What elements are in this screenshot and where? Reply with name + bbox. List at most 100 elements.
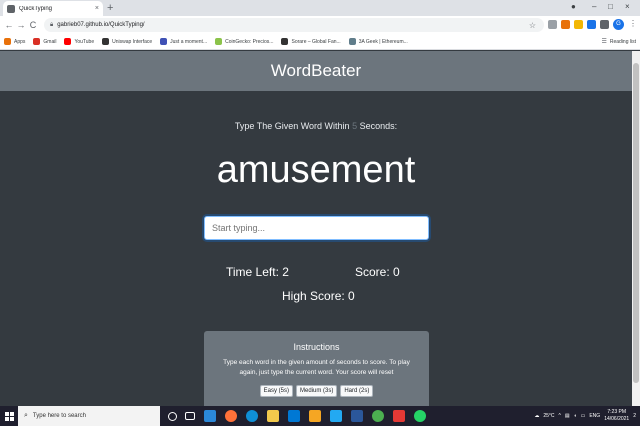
bookmark-gmail[interactable]: Gmail [33, 38, 56, 45]
notification-icon[interactable]: 2 [633, 413, 636, 419]
minimize-button[interactable]: – [592, 2, 596, 11]
windows-logo-icon [4, 411, 14, 421]
clock[interactable]: 7:23 PM 14/06/2021 [604, 409, 629, 423]
app-navbar: WordBeater [0, 51, 632, 91]
taskbar-search[interactable]: ⌕ Type here to search [18, 406, 160, 426]
network-icon[interactable]: ▤ [565, 413, 570, 419]
weather-icon[interactable]: ☁ [534, 413, 539, 419]
youtube-icon [64, 38, 72, 45]
bookmark-label: 3A Geek | Ethereum... [358, 38, 408, 45]
game-area: Type The Given Word Within 5 Seconds: am… [0, 91, 632, 411]
back-button[interactable]: ← [3, 20, 15, 30]
high-score: High Score: 0 [282, 289, 355, 303]
app-icon[interactable] [393, 410, 405, 422]
bookmark-label: Just a moment... [170, 38, 208, 45]
system-tray: ☁ 25°C ^ ▤ ◖ ▭ ENG 7:23 PM 14/06/2021 2 [534, 406, 636, 426]
bookmark-apps[interactable]: Apps [4, 38, 25, 45]
profile-avatar[interactable]: G [613, 19, 624, 30]
gmail-icon [33, 38, 41, 45]
bookmark-label: Sorare – Global Fan... [291, 38, 341, 45]
bookmark-youtube[interactable]: YouTube [64, 38, 94, 45]
bookmark-3a-geek[interactable]: 3A Geek | Ethereum... [348, 38, 408, 45]
instructions-card: Instructions Type each word in the given… [204, 331, 429, 411]
extensions-puzzle-icon[interactable] [600, 20, 609, 29]
bookmark-just-a-moment[interactable]: Just a moment... [160, 38, 207, 45]
bookmark-label: CoinGecko: Precios... [225, 38, 274, 45]
url-text: gabrieb07.github.io/QuickTyping/ [57, 22, 145, 28]
reload-button[interactable]: C [27, 20, 39, 30]
bookmark-label: Gmail [43, 38, 57, 45]
bookmark-uniswap[interactable]: Uniswap Interface [102, 38, 152, 45]
cortana-icon[interactable] [168, 411, 177, 421]
close-window-button[interactable]: × [625, 2, 630, 11]
reading-list-button[interactable]: ☰ Reading list [601, 38, 636, 46]
page-scrollbar[interactable] [632, 51, 640, 406]
start-button[interactable] [0, 406, 18, 426]
instructions-title: Instructions [293, 342, 340, 352]
bookmark-label: YouTube [74, 38, 95, 45]
word-icon[interactable] [351, 410, 363, 422]
clock-date: 14/06/2021 [604, 416, 630, 422]
lead-prefix: Type The Given Word Within [234, 121, 350, 131]
score: Score: 0 [355, 265, 400, 279]
lead-text: Type The Given Word Within 5 Seconds: [0, 121, 632, 131]
task-view-icon[interactable] [185, 412, 195, 420]
seconds-value: 5 [352, 121, 358, 131]
bookmark-label: Apps [14, 38, 26, 45]
extension-icon[interactable] [587, 20, 596, 29]
language-indicator[interactable]: ENG [589, 413, 600, 419]
bookmark-sorare[interactable]: Sorare – Global Fan... [281, 38, 341, 45]
easy-button[interactable]: Easy (5s) [259, 385, 293, 397]
word-input[interactable] [204, 216, 429, 240]
address-bar[interactable]: 🔒︎ gabrieb07.github.io/QuickTyping/ ☆ [44, 18, 544, 32]
hard-button[interactable]: Hard (2s) [340, 385, 374, 397]
maximize-button[interactable]: □ [608, 2, 613, 11]
windows-taskbar: ⌕ Type here to search ☁ 25°C ^ ▤ ◖ ▭ ENG… [0, 406, 640, 426]
site-icon [348, 38, 356, 45]
whatsapp-icon[interactable] [414, 410, 426, 422]
apps-grid-icon [4, 38, 11, 45]
tab-close-icon[interactable]: × [95, 5, 99, 12]
tab-favicon-icon [7, 4, 15, 13]
instructions-text: Type each word in the given amount of se… [223, 359, 410, 376]
search-icon: ⌕ [24, 412, 28, 419]
file-explorer-icon[interactable] [267, 410, 279, 422]
store-icon[interactable] [288, 410, 300, 422]
extension-icon[interactable] [548, 20, 557, 29]
uniswap-icon [102, 38, 110, 45]
bookmark-label: Uniswap Interface [112, 38, 153, 45]
tab-strip: QuickTyping × + ● – □ × [0, 0, 640, 16]
edge-icon[interactable] [246, 410, 258, 422]
browser-menu-icon[interactable]: ⋮ [629, 19, 637, 28]
bookmark-star-icon[interactable]: ☆ [529, 21, 536, 30]
search-placeholder: Type here to search [32, 413, 86, 419]
browser-tab[interactable]: QuickTyping × [3, 1, 103, 16]
sorare-icon [281, 38, 289, 45]
scrollbar-thumb[interactable] [633, 63, 639, 383]
forward-button[interactable]: → [15, 20, 27, 30]
extension-icon[interactable] [574, 20, 583, 29]
medium-button[interactable]: Medium (3s) [295, 385, 338, 397]
lock-icon[interactable]: 🔒︎ [50, 22, 53, 29]
reading-list-icon: ☰ [601, 39, 607, 45]
sublime-icon[interactable] [309, 410, 321, 422]
clock-time: 7:23 PM [607, 409, 627, 415]
app-title: WordBeater [270, 61, 362, 80]
vscode-icon[interactable] [330, 410, 342, 422]
current-word: amusement [216, 149, 416, 191]
profile-indicator-icon: ● [571, 2, 576, 11]
time-left: Time Left: 2 [226, 265, 289, 279]
bookmark-coingecko[interactable]: CoinGecko: Precios... [215, 38, 273, 45]
site-icon [160, 38, 168, 45]
battery-icon[interactable]: ▭ [581, 413, 586, 419]
metamask-icon[interactable] [561, 20, 570, 29]
browser-toolbar: ← → C 🔒︎ gabrieb07.github.io/QuickTyping… [0, 16, 640, 34]
chrome-icon[interactable] [372, 410, 384, 422]
volume-icon[interactable]: ◖ [574, 413, 577, 419]
mail-icon[interactable] [204, 410, 216, 422]
tray-chevron-icon[interactable]: ^ [558, 413, 560, 419]
firefox-icon[interactable] [225, 410, 237, 422]
weather-temp[interactable]: 25°C [543, 413, 554, 419]
new-tab-button[interactable]: + [107, 2, 113, 14]
lead-suffix: Seconds: [359, 121, 398, 131]
